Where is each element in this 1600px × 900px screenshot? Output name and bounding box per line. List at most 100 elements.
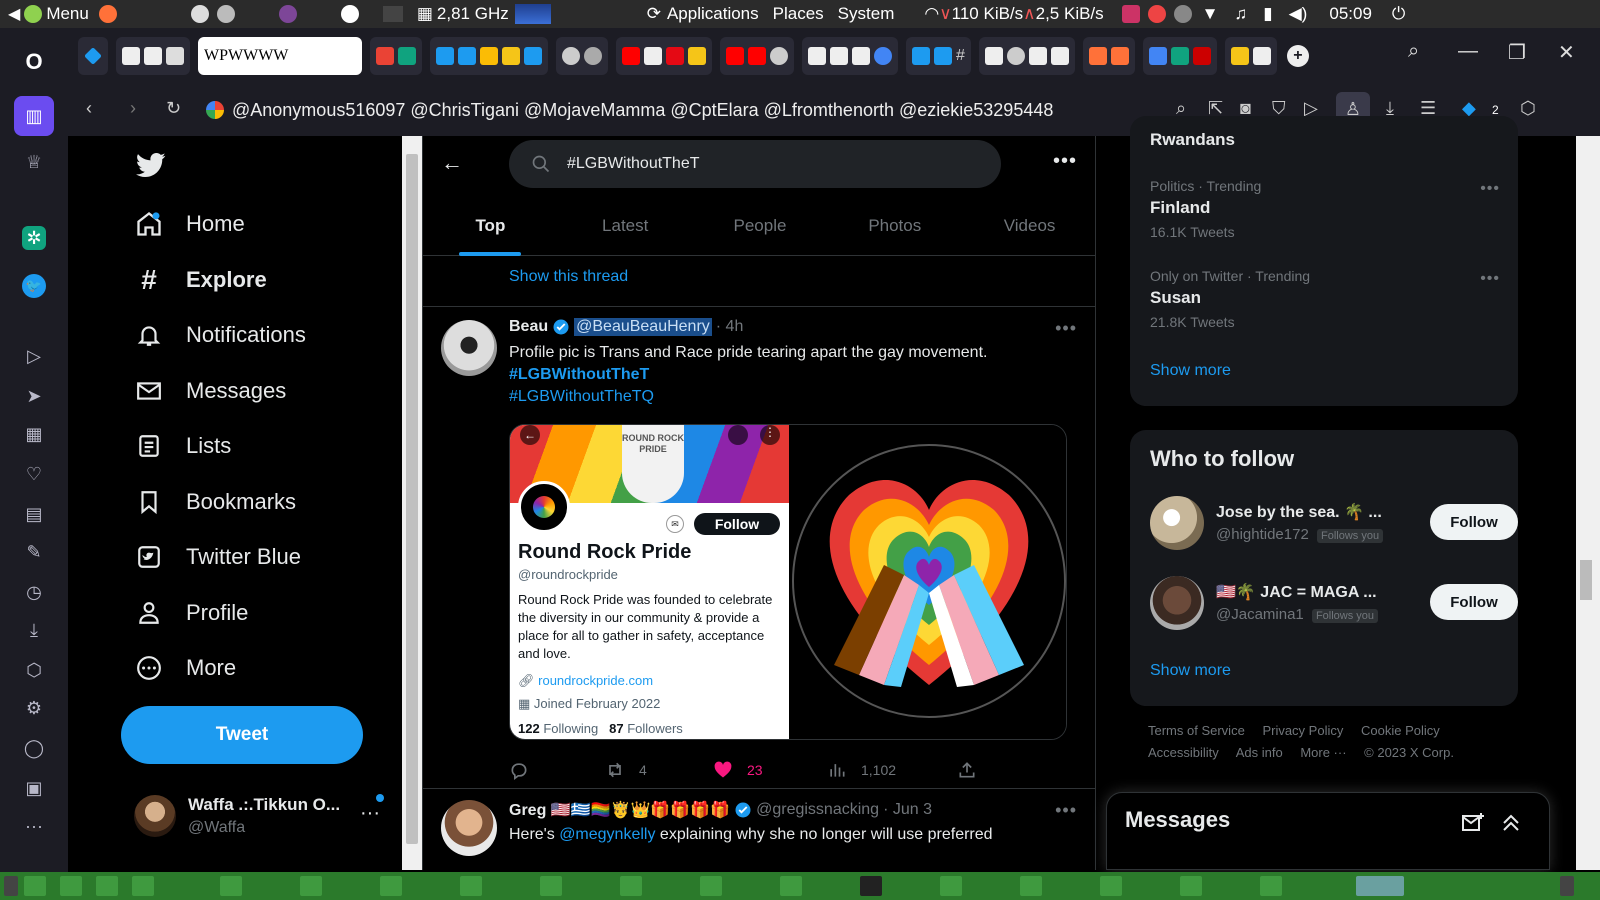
- battery-icon[interactable]: ▮: [1263, 4, 1272, 24]
- taskbar-window[interactable]: [1100, 876, 1122, 896]
- page-scrollbar[interactable]: [1576, 136, 1600, 870]
- clock[interactable]: 05:09: [1329, 4, 1372, 24]
- url-field[interactable]: @Anonymous516097 @ChrisTigani @MojaveMam…: [206, 92, 1246, 128]
- footer-link[interactable]: Ads info: [1236, 745, 1283, 760]
- hashtag-link[interactable]: #LGBWithoutTheT: [509, 364, 1069, 386]
- nav-lists[interactable]: Lists: [134, 422, 231, 470]
- hashtag-link[interactable]: #LGBWithoutTheTQ: [509, 386, 1069, 408]
- tab-group-4[interactable]: [370, 37, 422, 75]
- places-menu[interactable]: Places: [773, 4, 824, 24]
- tweet-time[interactable]: · 4h: [716, 318, 744, 336]
- mention-link[interactable]: @megynkelly: [559, 826, 655, 843]
- views-button[interactable]: 1,102: [827, 760, 896, 780]
- footer-link[interactable]: Terms of Service: [1148, 723, 1245, 738]
- trends-show-more-link[interactable]: Show more: [1150, 362, 1231, 380]
- tweet[interactable]: Greg 🇺🇸🇬🇷🏳️‍🌈🤴👑🎁🎁🎁🎁 @gregissnacking · Ju…: [423, 788, 1095, 870]
- tab-photos[interactable]: Photos: [827, 196, 962, 256]
- apps-icon[interactable]: ▦: [22, 422, 46, 446]
- taskbar-window[interactable]: [1260, 876, 1282, 896]
- pride-heart-image[interactable]: [789, 425, 1066, 739]
- tor-icon[interactable]: [278, 5, 297, 23]
- wifi-signal-icon[interactable]: ▼: [1202, 4, 1219, 24]
- follow-show-more-link[interactable]: Show more: [1150, 662, 1231, 680]
- reply-button[interactable]: [509, 760, 529, 780]
- back-arrow-icon[interactable]: ←: [441, 150, 465, 175]
- taskbar-window[interactable]: [860, 876, 882, 896]
- suggestion-name[interactable]: Jose by the sea. 🌴 ...: [1216, 502, 1382, 522]
- applications-menu[interactable]: ⟳ Applications: [647, 4, 759, 24]
- taskbar-window[interactable]: [96, 876, 118, 896]
- taskbar-window-active[interactable]: [1356, 876, 1404, 896]
- footer-link[interactable]: Cookie Policy: [1361, 723, 1440, 738]
- taskbar-window[interactable]: [220, 876, 242, 896]
- account-switcher[interactable]: Waffa .:.Tikkun O... @Waffa ···: [134, 784, 384, 848]
- tab-search-icon[interactable]: ⌕: [1408, 40, 1419, 63]
- extension-cube-icon[interactable]: ⬡: [1520, 98, 1536, 119]
- trend-item[interactable]: Only on Twitter · Trending Susan 21.8K T…: [1150, 268, 1310, 330]
- tray-info-icon[interactable]: [1173, 5, 1192, 23]
- new-tab-icon[interactable]: +: [1286, 45, 1309, 67]
- nav-home[interactable]: Home: [134, 200, 245, 248]
- tab-top[interactable]: Top: [423, 196, 558, 256]
- share-button[interactable]: [957, 760, 977, 780]
- tab-group-8[interactable]: [720, 37, 794, 75]
- tab-group-1[interactable]: [78, 37, 108, 75]
- taskbar-window[interactable]: [540, 876, 562, 896]
- system-menu[interactable]: System: [838, 4, 895, 24]
- bulb-icon[interactable]: ◯: [22, 736, 46, 760]
- avatar[interactable]: [441, 800, 497, 856]
- left-scrollbar-thumb[interactable]: [406, 154, 418, 844]
- restore-icon[interactable]: ❐: [1508, 40, 1526, 65]
- taskbar-window[interactable]: [1560, 876, 1574, 896]
- page-scrollbar-thumb[interactable]: [1580, 560, 1592, 600]
- tweet[interactable]: Beau @BeauBeauHenry · 4h ••• Profile pic…: [423, 306, 1095, 788]
- taskbar-window[interactable]: [1180, 876, 1202, 896]
- nav-explore[interactable]: # Explore: [134, 256, 267, 304]
- tweet-more-icon[interactable]: •••: [1055, 318, 1077, 339]
- taskbar-window[interactable]: [380, 876, 402, 896]
- taskbar-window[interactable]: [60, 876, 82, 896]
- bell-tray-icon[interactable]: ♫: [1235, 4, 1248, 24]
- follow-button[interactable]: Follow: [1430, 584, 1518, 620]
- tweet-author-handle[interactable]: @gregissnacking: [756, 801, 879, 819]
- new-message-icon[interactable]: [1461, 811, 1485, 835]
- tab-latest[interactable]: Latest: [558, 196, 693, 256]
- search-input[interactable]: [567, 155, 967, 173]
- forward-nav-icon[interactable]: ›: [130, 98, 136, 119]
- cube-icon[interactable]: ⬡: [22, 658, 46, 682]
- tab-group-6[interactable]: [556, 37, 608, 75]
- volume-icon[interactable]: ◀): [1289, 4, 1308, 24]
- tray-badge-icon[interactable]: [1147, 5, 1166, 23]
- taskbar-window[interactable]: [300, 876, 322, 896]
- edit-icon[interactable]: ✎: [22, 540, 46, 564]
- power-icon[interactable]: ⏻: [1392, 4, 1405, 24]
- tab-people[interactable]: People: [693, 196, 828, 256]
- terminal-icon[interactable]: [382, 6, 403, 22]
- messages-drawer[interactable]: Messages: [1106, 792, 1550, 870]
- tab-group-13[interactable]: [1142, 37, 1217, 75]
- nav-messages[interactable]: Messages: [134, 367, 286, 415]
- follow-suggestion[interactable]: Jose by the sea. 🌴 ... @hightide172 Foll…: [1150, 496, 1518, 552]
- twitter-logo-icon[interactable]: [134, 150, 168, 180]
- menu-button[interactable]: ◀ Menu: [8, 4, 89, 24]
- chevron-up-icon[interactable]: [1499, 811, 1523, 835]
- taskbar-window[interactable]: [780, 876, 802, 896]
- tweet-media[interactable]: ROUND ROCK PRIDE ← ⋮ ✉ Follow Round Rock…: [509, 424, 1067, 740]
- tweet-author-name[interactable]: Beau: [509, 318, 548, 336]
- avatar[interactable]: [1150, 576, 1204, 630]
- tab-group-10[interactable]: #: [906, 37, 971, 75]
- suggestion-name[interactable]: 🇺🇸🌴 JAC = MAGA ...: [1216, 582, 1377, 602]
- nav-bookmarks[interactable]: Bookmarks: [134, 478, 296, 526]
- firefox-icon[interactable]: [98, 5, 117, 23]
- heart-icon[interactable]: ♡: [22, 462, 46, 486]
- footer-link[interactable]: Accessibility: [1148, 745, 1219, 760]
- news-icon[interactable]: ▤: [22, 502, 46, 526]
- avatar[interactable]: [1150, 496, 1204, 550]
- nav-notifications[interactable]: Notifications: [134, 311, 306, 359]
- tray-app-icon[interactable]: [1121, 5, 1140, 23]
- clipboard-icon[interactable]: ▣: [22, 776, 46, 800]
- reload-icon[interactable]: ↻: [166, 98, 181, 119]
- tab-group-11[interactable]: [978, 37, 1075, 75]
- reader-icon[interactable]: ▥: [14, 96, 54, 136]
- tab-group-7[interactable]: [616, 37, 712, 75]
